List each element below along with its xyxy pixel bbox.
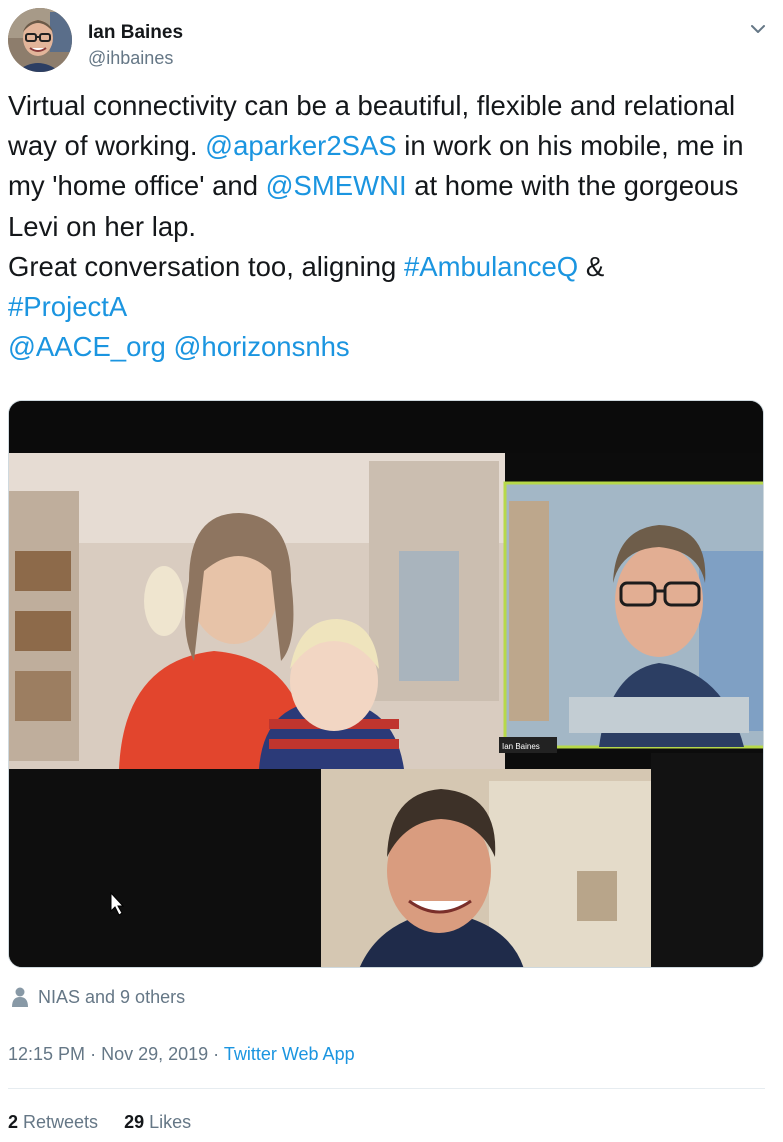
- author-handle[interactable]: @ihbaines: [88, 48, 173, 69]
- retweets-stat[interactable]: 2 Retweets: [8, 1112, 98, 1133]
- person-icon: [12, 987, 28, 1007]
- tweet-stats: 2 Retweets 29 Likes: [8, 1112, 217, 1133]
- tweet-metadata: 12:15 PM · Nov 29, 2019 · Twitter Web Ap…: [8, 1044, 355, 1065]
- tweet-time[interactable]: 12:15 PM: [8, 1044, 85, 1064]
- video-tile-name-label: Ian Baines: [502, 742, 540, 751]
- tweet-text: Virtual connectivity can be a beautiful,…: [8, 86, 778, 367]
- mention-link[interactable]: @aparker2SAS: [205, 130, 396, 161]
- likes-label: Likes: [149, 1112, 192, 1132]
- chevron-down-icon[interactable]: [747, 18, 769, 40]
- likes-count: 29: [124, 1112, 145, 1132]
- likers-text[interactable]: NIAS and 9 others: [38, 987, 185, 1008]
- tweet-media-image[interactable]: Ian Baines: [8, 400, 764, 968]
- hashtag-link[interactable]: #AmbulanceQ: [404, 251, 578, 282]
- divider: [8, 1088, 765, 1089]
- tweet-source-link[interactable]: Twitter Web App: [224, 1044, 355, 1064]
- tweet-date[interactable]: Nov 29, 2019: [101, 1044, 208, 1064]
- avatar[interactable]: [8, 8, 72, 72]
- retweets-count: 2: [8, 1112, 19, 1132]
- tweet-text-segment: Great conversation too, aligning: [8, 250, 404, 282]
- mention-link[interactable]: @horizonsnhs: [173, 331, 349, 362]
- meta-separator: ·: [90, 1044, 97, 1064]
- mention-link[interactable]: @AACE_org: [8, 331, 166, 362]
- likers-summary[interactable]: NIAS and 9 others: [12, 984, 185, 1010]
- tweet-text-segment: &: [578, 250, 605, 282]
- tweet-header: Ian Baines @ihbaines: [8, 8, 775, 74]
- mention-link[interactable]: @SMEWNI: [266, 170, 407, 201]
- meta-separator: ·: [213, 1044, 220, 1064]
- hashtag-link[interactable]: #ProjectA: [8, 291, 127, 322]
- retweets-label: Retweets: [23, 1112, 99, 1132]
- likes-stat[interactable]: 29 Likes: [124, 1112, 191, 1133]
- author-name[interactable]: Ian Baines: [88, 22, 183, 44]
